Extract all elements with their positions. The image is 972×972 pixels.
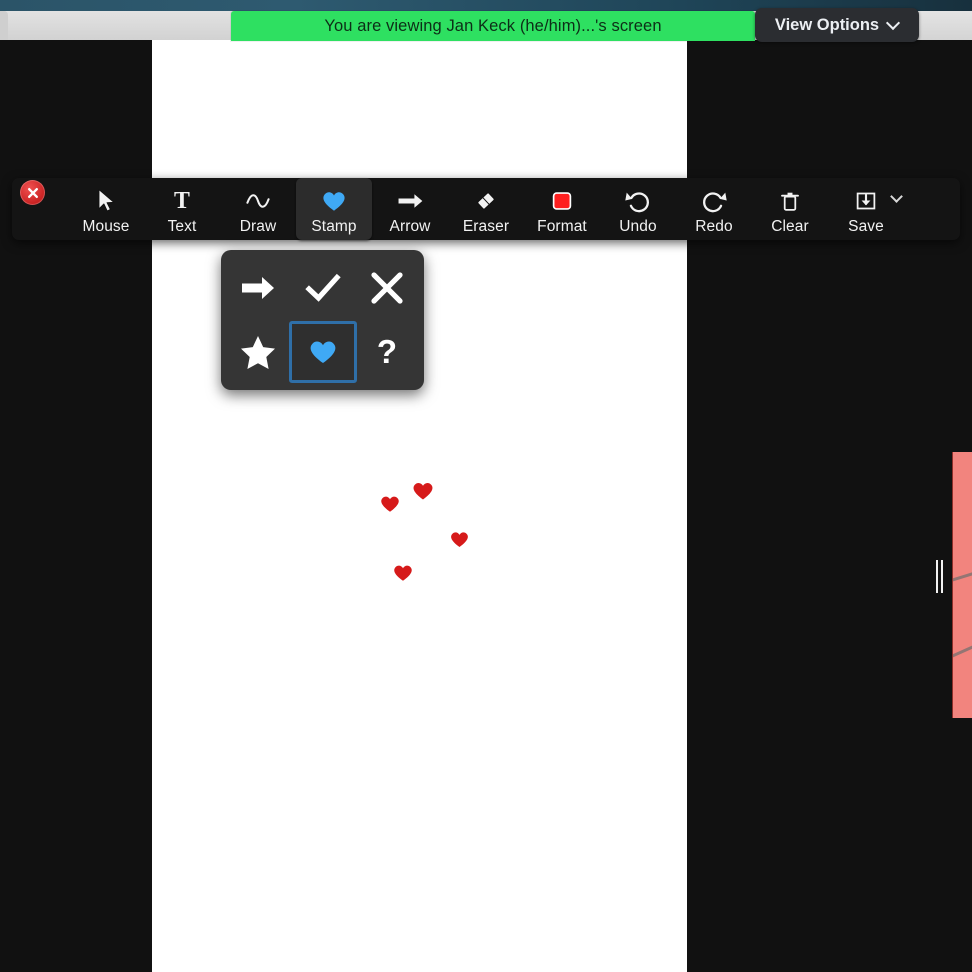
x-stamp-icon	[367, 268, 407, 308]
trash-icon	[775, 186, 805, 216]
stamp-option-heart[interactable]	[288, 321, 357, 383]
close-icon-glyph	[27, 187, 38, 198]
toolbar-tool-redo[interactable]: Redo	[676, 178, 752, 240]
toolbar-tool-label: Eraser	[462, 218, 510, 235]
toolbar-tool-label: Format	[537, 218, 587, 235]
stamp-option-star[interactable]	[227, 320, 289, 384]
toolbar-tool-arrow[interactable]: Arrow	[372, 178, 448, 240]
red-square-icon	[547, 186, 577, 216]
toolbar-tool-draw[interactable]: Draw	[220, 178, 296, 240]
viewing-screen-banner: You are viewing Jan Keck (he/him)...'s s…	[231, 11, 755, 41]
toolbar-tool-label: Text	[167, 218, 197, 235]
question-mark-stamp-icon: ?	[367, 332, 407, 372]
redo-arrow-icon	[699, 186, 729, 216]
eraser-icon	[471, 186, 501, 216]
undo-arrow-icon	[623, 186, 653, 216]
squiggle-icon	[243, 186, 273, 216]
stamp-picker-flyout[interactable]: ?	[221, 250, 424, 390]
placed-stamp-heart[interactable]	[381, 496, 399, 512]
annotation-toolbar[interactable]: Mouse T Text Draw Stamp Arrow Eraser Format Un…	[12, 178, 960, 240]
toolbar-tool-clear[interactable]: Clear	[752, 178, 828, 240]
panel-streak	[953, 568, 972, 583]
heart-icon	[319, 186, 349, 216]
stamp-option-question[interactable]: ?	[357, 320, 419, 384]
chevron-down-icon[interactable]	[892, 192, 902, 202]
screenshot-root: You are viewing Jan Keck (he/him)...'s s…	[0, 0, 972, 972]
cursor-arrow-icon	[91, 186, 121, 216]
toolbar-tool-format[interactable]: Format	[524, 178, 600, 240]
window-toolbar-right-cap	[914, 11, 972, 40]
toolbar-tool-label: Clear	[771, 218, 809, 235]
toolbar-tool-label: Draw	[239, 218, 277, 235]
side-app-panel[interactable]	[952, 452, 972, 718]
chevron-down-icon	[888, 18, 899, 29]
checkmark-stamp-icon	[303, 268, 343, 308]
toolbar-tool-undo[interactable]: Undo	[600, 178, 676, 240]
panel-streak	[953, 639, 972, 660]
placed-stamp-heart[interactable]	[394, 565, 412, 581]
stamp-option-x[interactable]	[357, 256, 419, 320]
heart-stamp-icon	[306, 335, 340, 369]
toolbar-tool-stamp[interactable]: Stamp	[296, 178, 372, 240]
star-stamp-icon	[238, 332, 278, 372]
window-toolbar-left-cap	[0, 11, 8, 40]
toolbar-tool-label: Stamp	[311, 218, 357, 235]
toolbar-tool-label: Arrow	[389, 218, 431, 235]
stamp-option-arrow[interactable]	[227, 256, 289, 320]
toolbar-tool-mouse[interactable]: Mouse	[68, 178, 144, 240]
toolbar-tool-label: Undo	[619, 218, 657, 235]
toolbar-tool-label: Redo	[695, 218, 733, 235]
arrow-right-icon	[395, 186, 425, 216]
view-options-label: View Options	[774, 15, 880, 34]
toolbar-tool-label: Mouse	[82, 218, 130, 235]
view-options-button[interactable]: View Options	[755, 8, 919, 42]
svg-text:?: ?	[377, 333, 397, 370]
placed-stamp-heart[interactable]	[413, 482, 433, 500]
svg-text:T: T	[174, 188, 190, 214]
toolbar-tool-text[interactable]: T Text	[144, 178, 220, 240]
save-download-icon	[851, 186, 881, 216]
arrow-right-stamp-icon	[238, 268, 278, 308]
stamp-option-check[interactable]	[289, 256, 357, 320]
text-t-icon: T	[167, 186, 197, 216]
toolbar-tool-save[interactable]: Save	[828, 178, 904, 240]
toolbar-tool-eraser[interactable]: Eraser	[448, 178, 524, 240]
drag-handle-icon[interactable]	[936, 560, 944, 593]
toolbar-tool-label: Save	[848, 218, 884, 235]
close-circle-icon[interactable]	[20, 180, 45, 205]
placed-stamp-heart[interactable]	[451, 532, 468, 547]
